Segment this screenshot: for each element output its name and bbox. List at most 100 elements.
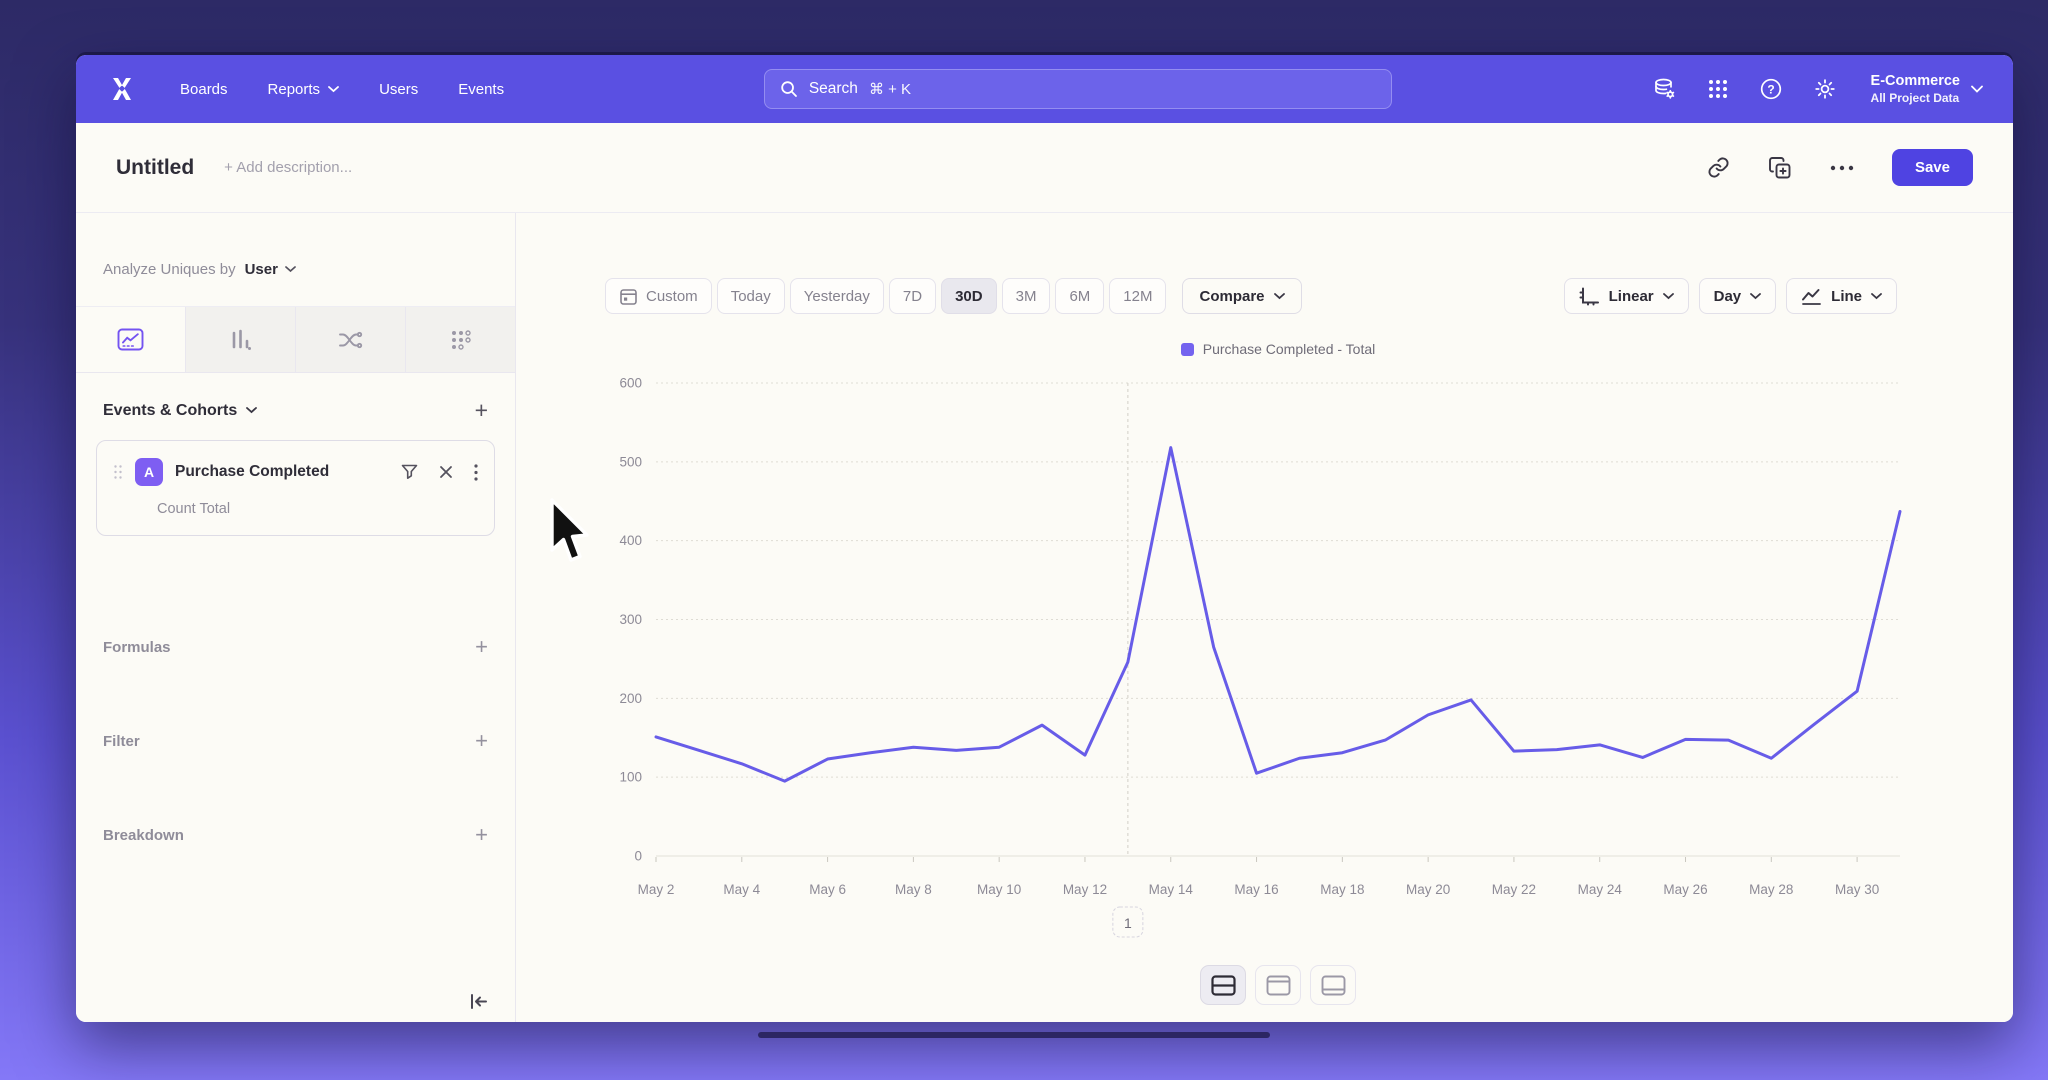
chevron-down-icon	[1871, 293, 1882, 300]
report-type-tabs	[76, 307, 515, 373]
svg-text:?: ?	[1767, 82, 1774, 96]
duplicate-icon[interactable]	[1768, 156, 1792, 180]
chart-type-dropdown[interactable]: Line	[1786, 278, 1897, 314]
svg-text:May 8: May 8	[895, 882, 932, 897]
add-filter-button[interactable]: +	[475, 730, 488, 752]
tab-flow[interactable]	[296, 307, 406, 372]
collapse-sidebar-icon[interactable]	[469, 993, 489, 1010]
nav-item-events[interactable]: Events	[458, 81, 504, 98]
range-yesterday[interactable]: Yesterday	[790, 278, 884, 314]
chart-controls: CustomTodayYesterday7D30D3M6M12M Compare…	[516, 278, 2013, 314]
event-series-badge: A	[135, 458, 163, 486]
tab-retention-dots[interactable]	[406, 307, 515, 372]
analyze-by-dropdown[interactable]: User	[245, 261, 296, 278]
toggle-table-only[interactable]	[1310, 965, 1356, 1005]
nav-item-boards[interactable]: Boards	[180, 81, 228, 98]
range-12m[interactable]: 12M	[1109, 278, 1166, 314]
split-rows-icon	[1211, 975, 1236, 996]
svg-text:May 18: May 18	[1320, 882, 1364, 897]
trend-chart-svg: 01002003004005006001May 2May 4May 6May 8…	[516, 373, 2012, 953]
toggle-chart-only[interactable]	[1255, 965, 1301, 1005]
svg-text:May 10: May 10	[977, 882, 1021, 897]
apps-grid-icon[interactable]	[1707, 78, 1729, 100]
kebab-menu-icon[interactable]	[474, 464, 478, 481]
svg-text:May 30: May 30	[1835, 882, 1879, 897]
breakdown-section: Breakdown +	[76, 820, 515, 850]
nav-item-reports[interactable]: Reports	[268, 81, 340, 98]
range-7d[interactable]: 7D	[889, 278, 936, 314]
chevron-down-icon	[1971, 85, 1983, 93]
chart-legend[interactable]: Purchase Completed - Total	[656, 341, 1900, 357]
svg-text:May 24: May 24	[1578, 882, 1623, 897]
count-type-selector[interactable]: Count Total	[157, 501, 478, 517]
data-settings-icon[interactable]	[1652, 77, 1677, 101]
more-menu-icon[interactable]	[1830, 165, 1854, 171]
flow-icon	[338, 330, 363, 350]
interval-dropdown[interactable]: Day	[1699, 278, 1777, 314]
tab-bar-chart[interactable]	[186, 307, 296, 372]
add-description[interactable]: + Add description...	[224, 159, 352, 176]
legend-swatch	[1181, 343, 1194, 356]
formulas-label: Formulas	[103, 639, 171, 656]
nav-right: ? E-Commerce All Project Data	[1652, 72, 1983, 106]
svg-text:May 28: May 28	[1749, 882, 1793, 897]
chevron-down-icon	[246, 407, 257, 414]
layout-toggles	[656, 965, 1900, 1005]
project-name: E-Commerce	[1871, 72, 1960, 91]
svg-text:May 14: May 14	[1149, 882, 1194, 897]
svg-text:600: 600	[619, 376, 642, 391]
save-button[interactable]: Save	[1892, 149, 1973, 186]
chevron-down-icon	[1750, 293, 1761, 300]
toggle-split-view[interactable]	[1200, 965, 1246, 1005]
svg-text:May 4: May 4	[723, 882, 760, 897]
filter-section: Filter +	[76, 726, 515, 756]
mixpanel-logo-icon[interactable]	[106, 74, 138, 104]
retention-dots-icon	[450, 329, 472, 351]
svg-text:May 20: May 20	[1406, 882, 1450, 897]
range-custom[interactable]: Custom	[605, 278, 712, 314]
tab-insights-line[interactable]	[76, 307, 186, 372]
svg-text:400: 400	[619, 533, 642, 548]
scale-dropdown[interactable]: Linear	[1564, 278, 1689, 314]
copy-link-icon[interactable]	[1707, 156, 1730, 179]
events-cohorts-header: Events & Cohorts +	[76, 373, 515, 432]
axis-scale-icon	[1579, 286, 1600, 306]
range-today[interactable]: Today	[717, 278, 785, 314]
search-input[interactable]: Search ⌘ + K	[764, 69, 1392, 109]
add-formula-button[interactable]: +	[475, 636, 488, 658]
svg-text:500: 500	[619, 454, 642, 469]
nav-item-users[interactable]: Users	[379, 81, 418, 98]
remove-event-icon[interactable]	[439, 465, 453, 479]
add-breakdown-button[interactable]: +	[475, 824, 488, 846]
drag-handle-icon[interactable]	[113, 464, 123, 480]
report-title[interactable]: Untitled	[116, 156, 194, 180]
range-6m[interactable]: 6M	[1055, 278, 1104, 314]
breakdown-label: Breakdown	[103, 827, 184, 844]
event-name[interactable]: Purchase Completed	[175, 463, 329, 481]
events-cohorts-title[interactable]: Events & Cohorts	[103, 402, 237, 420]
bottom-panel-icon	[1321, 975, 1346, 996]
compare-button[interactable]: Compare	[1182, 278, 1301, 314]
search-icon	[780, 80, 798, 98]
project-selector[interactable]: E-Commerce All Project Data	[1871, 72, 1983, 106]
chevron-down-icon	[1274, 293, 1285, 300]
svg-text:May 2: May 2	[638, 882, 675, 897]
settings-gear-icon[interactable]	[1813, 77, 1837, 101]
nav-items: Boards Reports Users Events	[180, 81, 504, 98]
trend-chart[interactable]: 01002003004005006001May 2May 4May 6May 8…	[516, 373, 2012, 953]
help-icon[interactable]: ?	[1759, 77, 1783, 101]
formulas-section: Formulas +	[76, 632, 515, 662]
svg-text:May 26: May 26	[1663, 882, 1707, 897]
range-3m[interactable]: 3M	[1002, 278, 1051, 314]
report-toolbar: Untitled + Add description...	[76, 123, 2013, 213]
filter-funnel-icon[interactable]	[401, 464, 418, 480]
range-30d[interactable]: 30D	[941, 278, 997, 314]
event-card[interactable]: A Purchase Completed Count T	[96, 440, 495, 536]
search-placeholder: Search	[809, 80, 858, 98]
range-group: CustomTodayYesterday7D30D3M6M12M	[605, 278, 1166, 314]
chevron-down-icon	[285, 266, 296, 273]
svg-text:May 6: May 6	[809, 882, 846, 897]
add-event-button[interactable]: +	[475, 399, 488, 422]
svg-text:May 22: May 22	[1492, 882, 1536, 897]
svg-text:1: 1	[1124, 915, 1132, 931]
